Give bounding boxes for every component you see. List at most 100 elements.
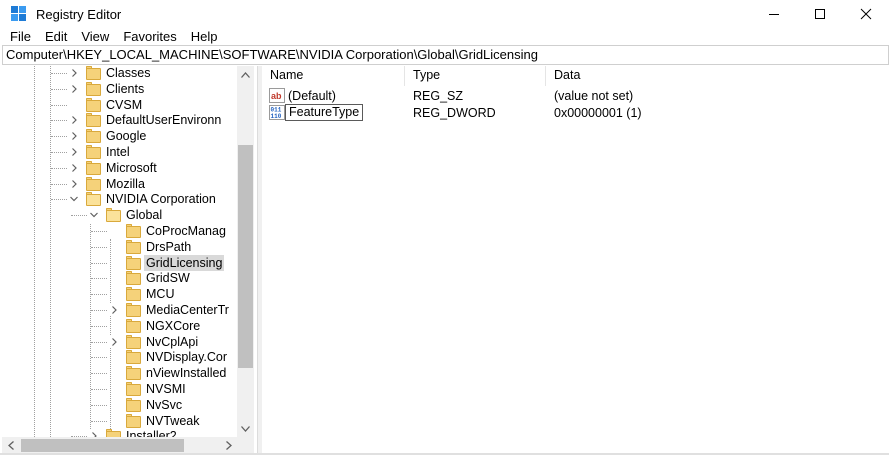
tree-item[interactable]: GridSW [2,270,237,286]
menu-favorites[interactable]: Favorites [116,27,183,46]
chevron-right-icon[interactable] [69,130,79,143]
chevron-right-icon[interactable] [69,82,79,95]
folder-icon [126,271,142,286]
tree-item-label: Mozilla [106,176,145,191]
tree-item[interactable]: Mozilla [2,176,237,192]
folder-icon [86,176,102,191]
tree-item-label: GridLicensing [144,254,225,271]
scroll-right-icon[interactable] [220,437,237,454]
tree-guide-line [91,246,107,248]
chevron-right-icon[interactable] [69,67,79,79]
tree-horizontal-scrollbar[interactable] [2,437,254,454]
tree-item[interactable]: DrsPath [2,239,237,255]
tree-guide-line [51,167,67,169]
tree-item[interactable]: Global [2,207,237,223]
folder-icon [86,81,102,96]
tree-item[interactable]: Installer2 [2,428,237,437]
svg-text:ab: ab [271,91,282,101]
column-header-name[interactable]: Name [262,66,405,86]
tree-item[interactable]: DefaultUserEnvironn [2,112,237,128]
title-bar: Registry Editor [0,0,889,28]
svg-text:110: 110 [271,113,282,120]
tree-item-label: Google [106,129,147,144]
value-type: REG_DWORD [413,106,496,120]
tree-item[interactable]: GridLicensing [2,254,237,271]
menu-help[interactable]: Help [184,27,225,46]
scroll-left-icon[interactable] [2,437,19,454]
folder-icon [86,129,102,144]
folder-icon [86,66,102,80]
tree-item[interactable]: Intel [2,144,237,160]
tree-item[interactable]: nViewInstalled [2,365,237,381]
value-row[interactable]: ab (Default) REG_SZ (value not set) [262,87,889,105]
tree-item[interactable]: MCU [2,286,237,302]
close-button[interactable] [843,0,889,28]
chevron-right-icon[interactable] [69,161,79,174]
binary-value-icon: 011 110 [269,105,285,120]
registry-editor-icon [11,6,27,22]
tree-item-label: CVSM [106,97,143,112]
menu-file[interactable]: File [3,27,38,46]
tree-hscroll-thumb[interactable] [21,439,184,452]
folder-icon [126,382,142,396]
tree-item[interactable]: MediaCenterTr [2,302,237,318]
tree-item[interactable]: NVIDIA Corporation [2,191,237,207]
folder-icon [86,160,102,175]
tree-item[interactable]: NVDisplay.Cor [2,349,237,365]
value-type: REG_SZ [413,89,464,103]
folder-icon [86,97,102,112]
folder-icon [126,224,142,238]
chevron-right-icon[interactable] [69,146,79,158]
tree-item[interactable]: Classes [2,66,237,81]
tree-guide-line [91,420,107,422]
tree-item[interactable]: Microsoft [2,160,237,176]
tree-guide-line [51,104,67,106]
folder-icon [126,334,142,349]
chevron-down-icon[interactable] [69,193,79,206]
tree-item[interactable]: Clients [2,81,237,97]
chevron-right-icon[interactable] [69,177,79,190]
tree-guide-line [51,73,67,74]
tree-item-label: Installer2 [126,429,177,437]
folder-icon [126,413,142,428]
tree-item[interactable]: NGXCore [2,318,237,334]
tree-item-label: DefaultUserEnvironn [106,113,222,128]
tree-scroll-thumb[interactable] [238,145,253,368]
tree-item[interactable]: NVSMI [2,381,237,397]
tree-guide-line [51,152,67,153]
tree-item-label: Classes [106,66,151,80]
tree-guide-line [51,136,67,138]
chevron-down-icon[interactable] [89,209,99,222]
maximize-button[interactable] [797,0,843,28]
menu-edit[interactable]: Edit [38,27,74,46]
chevron-right-icon[interactable] [109,304,119,316]
tree-item-label: MCU [146,287,175,302]
minimize-button[interactable] [751,0,797,28]
value-row[interactable]: 011 110 FeatureType REG_DWORD 0x00000001 … [262,104,889,122]
tree-item-label: NVSMI [146,382,186,396]
tree-item[interactable]: NvSvc [2,397,237,413]
tree-item[interactable]: Google [2,128,237,144]
tree-guide-line [91,373,107,375]
column-header-data[interactable]: Data [546,66,746,86]
value-data: 0x00000001 (1) [554,106,642,120]
column-header-type[interactable]: Type [405,66,546,86]
tree-item[interactable]: NvCplApi [2,334,237,350]
folder-icon [126,287,142,302]
chevron-right-icon[interactable] [89,430,99,437]
tree-item[interactable]: CVSM [2,97,237,113]
tree-item-label: nViewInstalled [146,366,227,381]
tree-item[interactable]: NVTweak [2,413,237,429]
menu-view[interactable]: View [74,27,116,46]
chevron-right-icon[interactable] [109,335,119,348]
tree-guide-line [91,389,107,390]
scroll-up-icon[interactable] [237,66,254,83]
tree-item[interactable]: CoProcManag [2,223,237,239]
chevron-right-icon[interactable] [69,114,79,127]
folder-icon [106,429,122,437]
address-bar[interactable]: Computer\HKEY_LOCAL_MACHINE\SOFTWARE\NVI… [2,45,889,65]
scroll-down-icon[interactable] [237,420,254,437]
tree-vertical-scrollbar[interactable] [237,66,254,437]
tree-item-label: NGXCore [146,318,201,333]
tree-guide-line [71,215,87,217]
